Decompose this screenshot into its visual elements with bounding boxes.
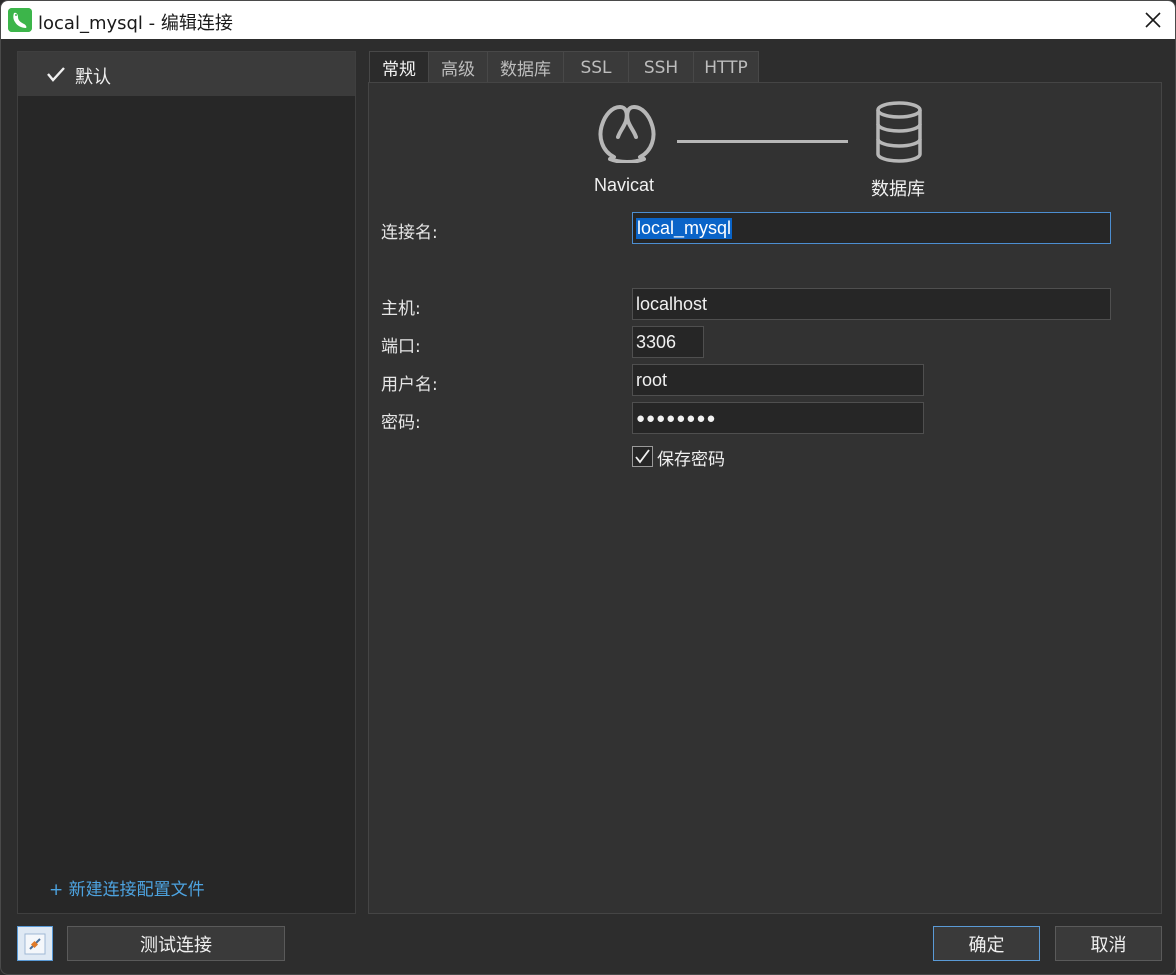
- tab-ssh[interactable]: SSH: [628, 51, 694, 83]
- connection-name-input[interactable]: local_mysql: [632, 212, 1111, 244]
- connection-plug-button[interactable]: [17, 926, 53, 961]
- tab-general[interactable]: 常规: [369, 51, 429, 83]
- navicat-caption: Navicat: [594, 175, 655, 195]
- test-connection-button[interactable]: 测试连接: [67, 926, 285, 961]
- check-icon: [635, 449, 650, 464]
- password-label: 密码:: [381, 413, 421, 433]
- username-input[interactable]: root: [632, 364, 924, 396]
- navicat-dolphin-icon: [8, 8, 32, 32]
- username-value: root: [636, 369, 668, 390]
- connection-line: [677, 140, 848, 143]
- ok-button[interactable]: 确定: [933, 926, 1040, 961]
- title-bar: local_mysql - 编辑连接: [1, 1, 1175, 39]
- port-value: 3306: [636, 331, 677, 352]
- close-button[interactable]: [1129, 1, 1175, 39]
- save-password-label[interactable]: 保存密码: [657, 445, 725, 470]
- username-label: 用户名:: [381, 375, 438, 395]
- edit-connection-dialog: local_mysql - 编辑连接 默认 + 新建连接配置文件 常规 高级 数…: [0, 0, 1176, 975]
- host-input[interactable]: localhost: [632, 288, 1111, 320]
- port-input[interactable]: 3306: [632, 326, 704, 358]
- plug-icon: [24, 933, 46, 954]
- new-profile-link[interactable]: + 新建连接配置文件: [49, 875, 205, 900]
- tab-bar: 常规 高级 数据库 SSL SSH HTTP: [369, 51, 759, 83]
- database-caption: 数据库: [871, 179, 925, 200]
- profile-list: 默认 + 新建连接配置文件: [17, 51, 356, 914]
- connection-name-label: 连接名:: [381, 223, 438, 243]
- database-icon: [876, 101, 922, 163]
- profile-item-default[interactable]: 默认: [18, 52, 355, 96]
- connection-name-value: local_mysql: [636, 217, 733, 239]
- cancel-button[interactable]: 取消: [1055, 926, 1162, 961]
- navicat-logo-icon: [598, 104, 656, 163]
- password-input[interactable]: ●●●●●●●●: [632, 402, 924, 434]
- host-value: localhost: [636, 293, 708, 314]
- tab-ssl[interactable]: SSL: [563, 51, 629, 83]
- general-settings-panel: [368, 82, 1162, 914]
- tab-databases[interactable]: 数据库: [487, 51, 564, 83]
- close-icon: [1145, 12, 1161, 28]
- port-label: 端口:: [381, 337, 421, 357]
- check-icon: [47, 67, 65, 82]
- tab-advanced[interactable]: 高级: [428, 51, 488, 83]
- profile-label: 默认: [75, 67, 111, 88]
- save-password-checkbox[interactable]: [632, 446, 653, 467]
- host-label: 主机:: [381, 299, 421, 319]
- password-value: ●●●●●●●●: [636, 409, 717, 427]
- window-title: local_mysql - 编辑连接: [38, 13, 233, 34]
- tab-http[interactable]: HTTP: [693, 51, 759, 83]
